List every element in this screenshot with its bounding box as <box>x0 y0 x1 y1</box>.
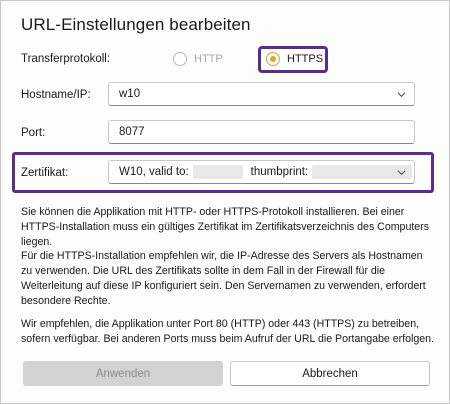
port-input[interactable]: 8077 <box>108 120 415 144</box>
apply-button[interactable]: Anwenden <box>23 361 223 386</box>
chevron-down-icon <box>397 92 406 98</box>
info-paragraph-2: Für die HTTPS-Installation empfehlen wir… <box>21 250 426 307</box>
port-label: Port: <box>21 127 46 139</box>
transfer-protocol-label: Transferprotokoll: <box>21 53 111 65</box>
radio-icon <box>173 52 187 66</box>
chevron-down-icon <box>397 170 406 176</box>
port-value: 8077 <box>119 126 145 138</box>
info-paragraph-3: Wir empfehlen, die Applikation unter Por… <box>21 318 434 345</box>
certificate-prefix: W10, valid to: <box>119 166 189 178</box>
radio-http-label: HTTP <box>194 53 223 65</box>
certificate-label: Zertifikat: <box>21 167 69 179</box>
hostname-value: w10 <box>119 88 141 100</box>
hostname-label: Hostname/IP: <box>21 89 91 101</box>
dialog-title: URL-Einstellungen bearbeiten <box>21 15 251 34</box>
https-highlight-box <box>258 46 328 73</box>
info-paragraph-1: Sie können die Applikation mit HTTP- ode… <box>21 206 429 248</box>
hostname-select[interactable]: w10 <box>108 82 415 106</box>
certificate-select[interactable]: W10, valid to: thumbprint: <box>108 160 415 184</box>
url-settings-dialog: URL-Einstellungen bearbeiten Transferpro… <box>0 0 450 404</box>
redacted-date <box>192 165 243 179</box>
radio-http[interactable]: HTTP <box>173 52 223 66</box>
certificate-thumbprint-label: thumbprint: <box>250 166 309 178</box>
cancel-button[interactable]: Abbrechen <box>230 361 430 386</box>
